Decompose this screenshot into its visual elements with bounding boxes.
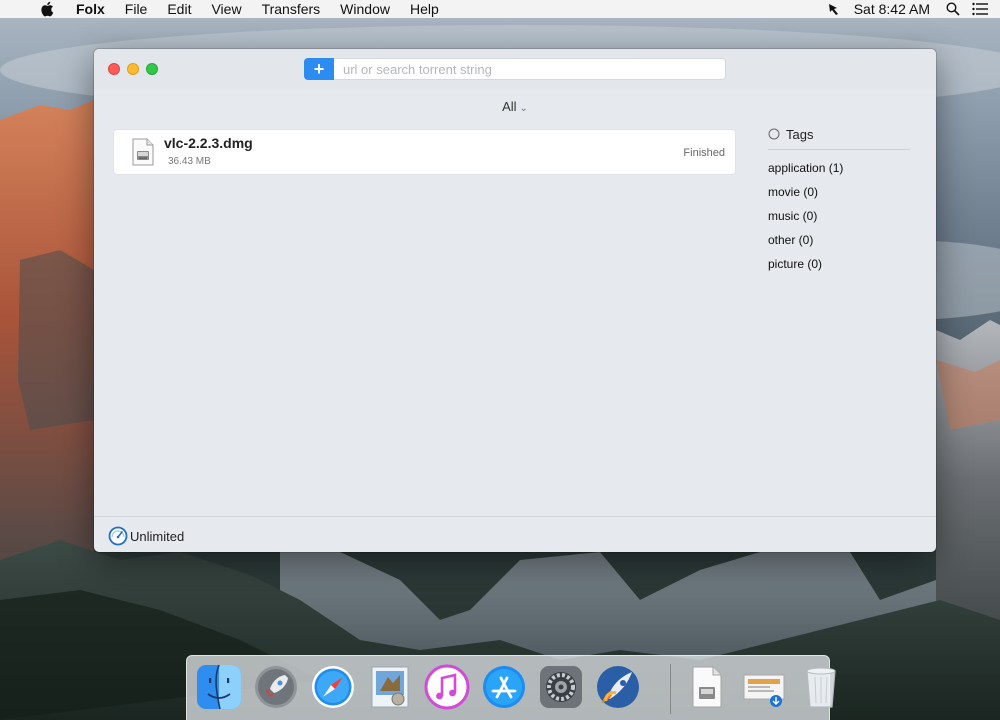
- dmg-file-icon: [132, 138, 154, 171]
- downloads-stack-icon[interactable]: [740, 663, 788, 713]
- app-store-icon[interactable]: [480, 663, 528, 713]
- tag-item-music[interactable]: music (0): [768, 204, 910, 228]
- menubar-status-area: Sat 8:42 AM: [828, 0, 1000, 18]
- speedometer-icon: [108, 526, 128, 546]
- menu-app-name[interactable]: Folx: [76, 0, 105, 18]
- launchpad-icon[interactable]: [252, 663, 300, 713]
- dock: [186, 655, 836, 720]
- finder-icon[interactable]: [195, 663, 243, 713]
- itunes-icon[interactable]: [423, 663, 471, 713]
- tags-panel: Tags application (1) movie (0) music (0)…: [768, 125, 910, 276]
- url-search-input[interactable]: [334, 58, 726, 80]
- mail-icon[interactable]: [366, 663, 414, 713]
- tag-circle-icon: [768, 128, 780, 140]
- folx-icon[interactable]: [594, 663, 642, 713]
- tags-header[interactable]: Tags: [768, 125, 910, 143]
- speed-limit-control[interactable]: Unlimited: [108, 526, 184, 546]
- window-close-button[interactable]: [108, 63, 120, 75]
- folx-status-icon[interactable]: [828, 2, 842, 16]
- notification-center-icon[interactable]: [972, 2, 988, 16]
- apple-menu-icon[interactable]: [40, 0, 58, 18]
- add-download-button[interactable]: +: [304, 58, 334, 80]
- spotlight-icon[interactable]: [946, 2, 960, 16]
- transfer-file-size: 36.43 MB: [168, 156, 211, 167]
- footer-divider: [94, 516, 936, 517]
- menu-file[interactable]: File: [125, 0, 148, 18]
- tag-item-other[interactable]: other (0): [768, 228, 910, 252]
- folx-window: + All⌄ vlc-2.2.3.dmg 36.43 MB Finished T…: [94, 49, 936, 552]
- menubar-clock[interactable]: Sat 8:42 AM: [854, 1, 930, 17]
- system-preferences-icon[interactable]: [537, 663, 585, 713]
- menu-help[interactable]: Help: [410, 0, 439, 18]
- chevron-down-icon: ⌄: [519, 103, 528, 114]
- menu-bar: Folx File Edit View Transfers Window Hel…: [0, 0, 1000, 18]
- filter-label: All: [502, 99, 517, 114]
- tag-item-picture[interactable]: picture (0): [768, 252, 910, 276]
- tags-header-label: Tags: [786, 126, 814, 142]
- safari-icon[interactable]: [309, 663, 357, 713]
- transfer-file-name: vlc-2.2.3.dmg: [164, 135, 253, 151]
- menu-edit[interactable]: Edit: [167, 0, 191, 18]
- tags-divider: [768, 149, 910, 150]
- window-maximize-button[interactable]: [146, 63, 158, 75]
- dock-separator: [670, 664, 671, 714]
- menu-transfers[interactable]: Transfers: [262, 0, 321, 18]
- documents-stack-icon[interactable]: [683, 663, 731, 713]
- window-titlebar[interactable]: +: [94, 49, 936, 89]
- filter-dropdown[interactable]: All ⌄: [94, 99, 936, 114]
- tag-item-application[interactable]: application (1): [768, 156, 910, 180]
- menu-window[interactable]: Window: [340, 0, 390, 18]
- trash-icon[interactable]: [797, 663, 845, 713]
- menu-view[interactable]: View: [211, 0, 241, 18]
- speed-limit-label: Unlimited: [130, 528, 185, 544]
- tag-item-movie[interactable]: movie (0): [768, 180, 910, 204]
- transfer-status: Finished: [683, 147, 725, 159]
- window-minimize-button[interactable]: [127, 63, 139, 75]
- transfer-item[interactable]: vlc-2.2.3.dmg 36.43 MB Finished: [113, 129, 736, 175]
